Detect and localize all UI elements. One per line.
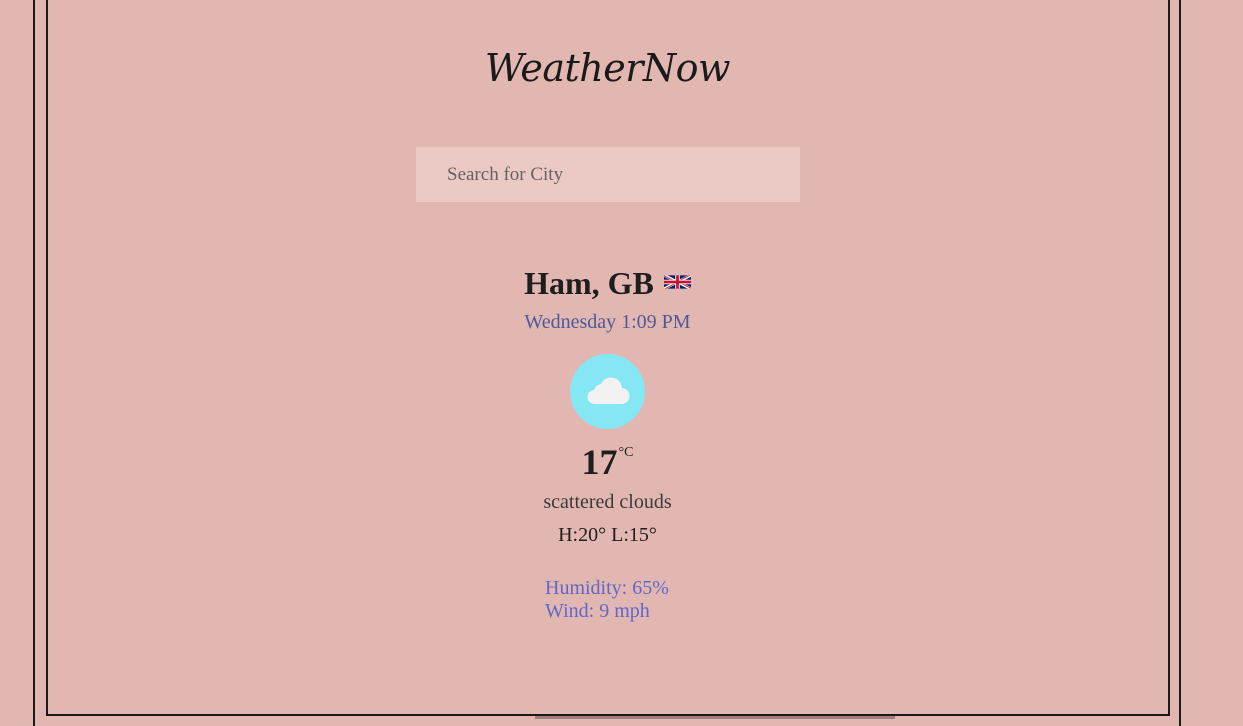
high-low-temperature: H:20° L:15°	[558, 524, 657, 546]
app-title: WeatherNow	[484, 46, 731, 90]
cloud-icon	[587, 377, 630, 405]
weather-condition-badge	[570, 354, 645, 429]
city-name: Ham, GB	[524, 265, 654, 301]
temperature: 17°C	[0, 441, 1215, 483]
temperature-unit: °C	[618, 445, 634, 460]
city-heading: Ham, GB	[0, 262, 1215, 302]
humidity-text: Humidity: 65%	[545, 577, 669, 599]
uk-flag-icon	[663, 262, 691, 289]
temperature-value: 17	[581, 442, 618, 482]
wind-text: Wind: 9 mph	[545, 600, 650, 622]
weather-description: scattered clouds	[543, 491, 672, 513]
search-input[interactable]	[416, 147, 800, 202]
weather-details: Humidity: 65% Wind: 9 mph	[545, 577, 669, 623]
local-datetime: Wednesday 1:09 PM	[524, 311, 691, 333]
